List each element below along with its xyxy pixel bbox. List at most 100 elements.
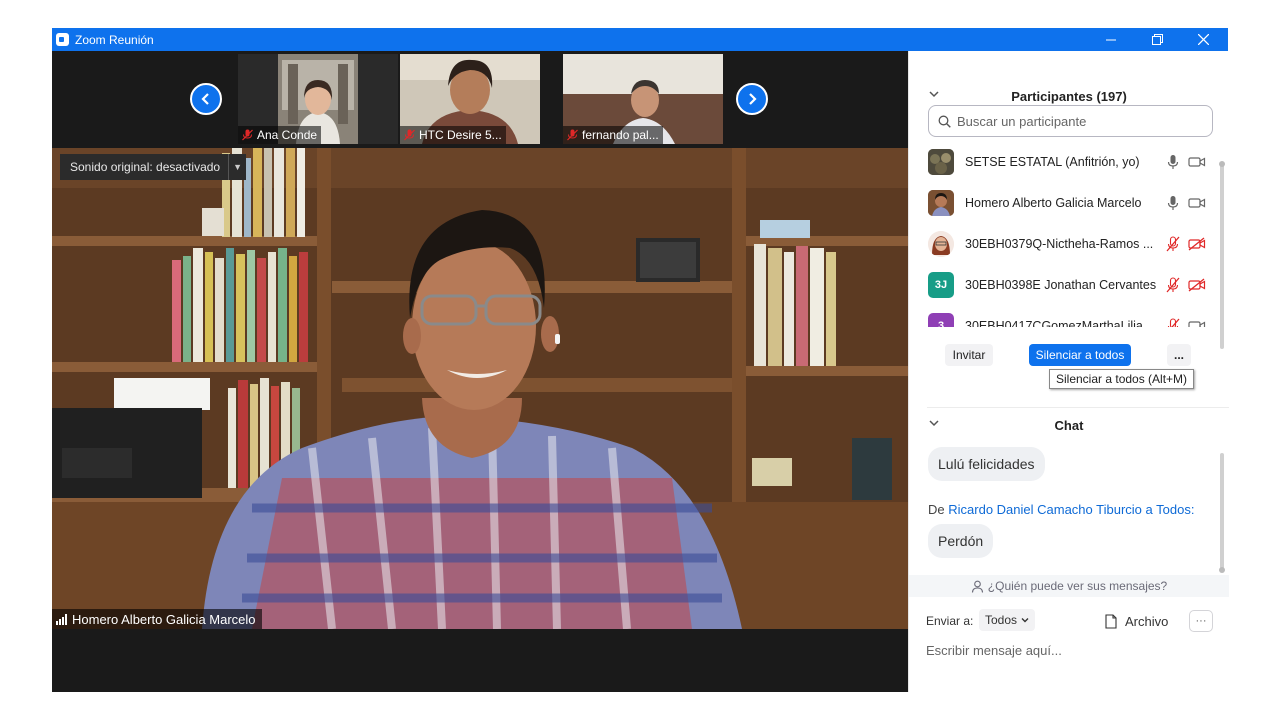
chat-more-button[interactable]: ··· xyxy=(1189,610,1213,632)
avatar xyxy=(928,189,954,216)
participant-name: 30EBH0417CGomezMarthaLilia xyxy=(965,318,1143,328)
speaker-name-bar: Homero Alberto Galicia Marcelo xyxy=(52,609,262,629)
caret-down-icon[interactable]: ▼ xyxy=(228,154,246,180)
participant-row[interactable]: 30EBH0379Q-Nictheha-Ramos ... xyxy=(909,223,1219,264)
minimize-button[interactable] xyxy=(1088,28,1134,51)
avatar-initials: 3 xyxy=(928,312,954,327)
chat-message: Lulú felicidades xyxy=(928,447,1045,481)
send-to-label: Enviar a: xyxy=(926,614,974,628)
who-can-see-label: ¿Quién puede ver sus mensajes? xyxy=(987,579,1168,593)
chevron-left-icon xyxy=(201,93,209,105)
participant-row[interactable]: Homero Alberto Galicia Marcelo xyxy=(909,182,1219,223)
avatar xyxy=(928,230,954,257)
file-button[interactable]: Archivo xyxy=(1105,610,1168,632)
minimize-icon xyxy=(1106,39,1116,40)
mic-muted-icon[interactable] xyxy=(1166,317,1180,328)
video-thumbnail[interactable]: fernando pal... xyxy=(563,54,723,144)
zoom-logo-icon xyxy=(56,33,69,46)
section-divider xyxy=(927,407,1229,408)
camera-icon[interactable] xyxy=(1188,155,1206,169)
user-icon xyxy=(971,580,983,593)
active-speaker-video: Sonido original: desactivado ▼ Homero Al… xyxy=(52,148,908,629)
participant-row[interactable]: 3 30EBH0417CGomezMarthaLilia xyxy=(909,305,1219,327)
chat-recipient: a Todos: xyxy=(1145,502,1195,517)
mic-muted-icon[interactable] xyxy=(1166,235,1180,252)
camera-off-icon[interactable] xyxy=(1188,277,1206,292)
participant-name: 30EBH0398E Jonathan Cervantes xyxy=(965,277,1157,292)
participant-list: SETSE ESTATAL (Anfitrión, yo) Homero Alb… xyxy=(909,141,1229,327)
thumbnail-name-bar: HTC Desire 5... xyxy=(400,126,506,144)
mic-muted-icon[interactable] xyxy=(1166,276,1180,293)
next-page-button[interactable] xyxy=(736,83,768,115)
thumbnail-name: fernando pal... xyxy=(582,128,659,142)
chevron-down-icon[interactable] xyxy=(929,89,939,99)
title-bar: Zoom Reunión xyxy=(52,28,1228,51)
mic-muted-icon xyxy=(567,129,578,141)
chevron-down-icon[interactable] xyxy=(929,418,939,428)
chat-header: Chat xyxy=(909,415,1229,435)
avatar-image xyxy=(928,230,954,257)
microphone-icon[interactable] xyxy=(1166,154,1180,170)
video-stage: Ana Conde HTC Desire 5... fernando pal..… xyxy=(52,51,908,692)
thumbnail-name: HTC Desire 5... xyxy=(419,128,502,142)
restore-button[interactable] xyxy=(1134,28,1180,51)
participant-name: 30EBH0379Q-Nictheha-Ramos ... xyxy=(965,236,1154,251)
participant-scrollbar[interactable] xyxy=(1219,161,1225,349)
who-can-see-link[interactable]: ¿Quién puede ver sus mensajes? xyxy=(909,575,1229,597)
avatar-image xyxy=(928,148,954,175)
invite-button[interactable]: Invitar xyxy=(945,344,993,366)
avatar xyxy=(928,148,954,175)
avatar-initials: 3J xyxy=(928,271,954,298)
chat-message: Perdón xyxy=(928,524,994,558)
camera-icon[interactable] xyxy=(1188,319,1206,328)
original-sound-label: Sonido original: desactivado xyxy=(70,160,221,174)
close-icon xyxy=(1197,34,1209,45)
chat-scrollbar[interactable] xyxy=(1219,453,1225,573)
mic-muted-icon xyxy=(242,129,253,141)
restore-icon xyxy=(1151,34,1163,45)
video-thumbnail[interactable]: Ana Conde xyxy=(238,54,398,144)
file-icon xyxy=(1105,613,1117,629)
participant-search[interactable] xyxy=(928,105,1213,137)
side-panel: Participantes (197) SETSE ESTATAL (Anfit… xyxy=(908,51,1229,692)
thumbnail-name-bar: Ana Conde xyxy=(238,126,322,144)
chat-title: Chat xyxy=(1054,417,1084,433)
video-thumbnail[interactable]: HTC Desire 5... xyxy=(400,54,540,144)
chat-message-input[interactable] xyxy=(926,638,1216,662)
previous-page-button[interactable] xyxy=(190,83,222,115)
send-to-value: Todos xyxy=(985,613,1018,627)
participants-header: Participantes (197) xyxy=(909,86,1229,106)
camera-off-icon[interactable] xyxy=(1188,236,1206,251)
participant-row[interactable]: SETSE ESTATAL (Anfitrión, yo) xyxy=(909,141,1219,182)
thumbnail-strip: Ana Conde HTC Desire 5... fernando pal..… xyxy=(52,51,908,148)
participant-name: Homero Alberto Galicia Marcelo xyxy=(965,195,1142,210)
chevron-right-icon xyxy=(749,93,757,105)
microphone-icon[interactable] xyxy=(1166,195,1180,211)
participant-row[interactable]: 3J 30EBH0398E Jonathan Cervantes xyxy=(909,264,1219,305)
mute-all-tooltip: Silenciar a todos (Alt+M) xyxy=(1049,369,1195,389)
chat-sender-line: De Ricardo Daniel Camacho Tiburcio a Tod… xyxy=(928,502,1194,517)
mute-all-button[interactable]: Silenciar a todos xyxy=(1029,344,1131,366)
more-options-button[interactable]: ... xyxy=(1167,344,1191,366)
zoom-window: Zoom Reunión Ana Conde HTC Desire 5... f… xyxy=(52,28,1229,692)
speaker-name: Homero Alberto Galicia Marcelo xyxy=(72,611,256,627)
participant-name: SETSE ESTATAL (Anfitrión, yo) xyxy=(965,154,1140,169)
chat-from-prefix: De xyxy=(928,502,945,517)
chat-sender-name[interactable]: Ricardo Daniel Camacho Tiburcio xyxy=(948,502,1142,517)
mic-muted-icon xyxy=(404,129,415,141)
chevron-down-icon xyxy=(1021,618,1029,623)
avatar-image xyxy=(928,189,954,216)
participants-title: Participantes (197) xyxy=(1011,88,1127,104)
file-label: Archivo xyxy=(1125,613,1169,629)
close-button[interactable] xyxy=(1180,28,1226,51)
speaker-video-frame xyxy=(52,148,908,629)
send-to-dropdown[interactable]: Todos xyxy=(979,609,1036,631)
participant-search-input[interactable] xyxy=(957,113,1197,129)
original-sound-toggle[interactable]: Sonido original: desactivado ▼ xyxy=(60,154,247,180)
send-to-row: Enviar a: Todos Archivo ··· xyxy=(909,607,1229,635)
signal-bars-icon xyxy=(56,613,67,625)
thumbnail-name: Ana Conde xyxy=(257,128,318,142)
camera-icon[interactable] xyxy=(1188,196,1206,210)
search-icon xyxy=(938,115,951,128)
window-title: Zoom Reunión xyxy=(75,33,154,47)
